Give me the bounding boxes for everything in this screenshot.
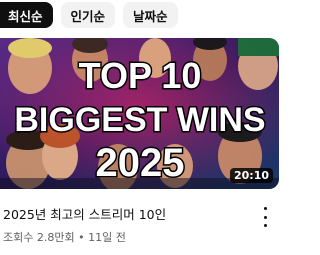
sort-filter-bar: 최신순 인기순 날짜순 — [0, 0, 279, 30]
thumbnail-line3: 2025 — [96, 141, 185, 185]
filter-chip-date[interactable]: 날짜순 — [123, 2, 178, 28]
thumbnail-line2: BIGGEST WINS — [14, 101, 265, 139]
filter-chip-latest[interactable]: 최신순 — [0, 2, 53, 28]
video-title[interactable]: 2025년 최고의 스트리머 10인 — [3, 204, 253, 223]
thumbnail-line1: TOP 10 — [79, 55, 202, 96]
filter-chip-popular[interactable]: 인기순 — [60, 2, 116, 28]
view-count: 조회수 2.8만회 — [3, 231, 75, 244]
video-metadata: 조회수 2.8만회 • 11일 전 — [3, 229, 126, 245]
video-duration-badge: 20:10 — [229, 168, 273, 183]
ellipsis-dot — [263, 207, 267, 210]
video-thumbnail[interactable]: TOP 10 BIGGEST WINS 2025 20:10 — [0, 38, 279, 189]
vertical-ellipsis-icon[interactable] — [260, 207, 270, 227]
upload-age: 11일 전 — [88, 231, 126, 244]
ellipsis-dot — [263, 215, 267, 219]
ellipsis-dot — [263, 224, 267, 227]
thumbnail-image: TOP 10 BIGGEST WINS 2025 — [0, 38, 279, 189]
meta-separator: • — [78, 231, 85, 244]
